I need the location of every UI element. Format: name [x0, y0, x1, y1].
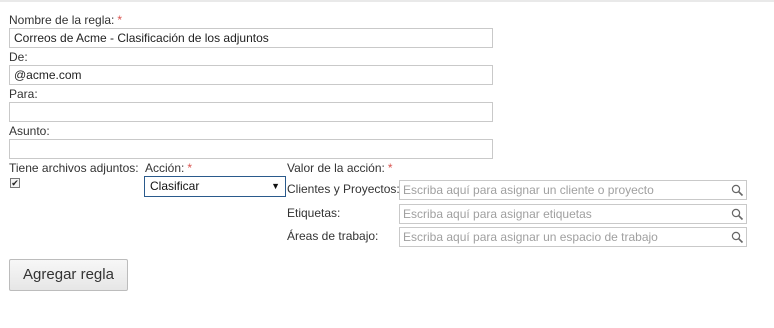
triangle-down-icon: ▼: [271, 181, 280, 191]
required-marker: *: [387, 161, 393, 175]
tags-label: Etiquetas:: [287, 206, 341, 220]
rule-name-label-text: Nombre de la regla:: [9, 13, 115, 27]
clients-projects-label: Clientes y Proyectos:: [287, 182, 400, 196]
subject-label: Asunto:: [9, 124, 50, 138]
action-value-label-text: Valor de la acción:: [287, 161, 385, 175]
magnifier-icon[interactable]: [731, 184, 744, 197]
action-label: Acción: *: [145, 161, 192, 175]
rule-name-input[interactable]: Correos de Acme - Clasificación de los a…: [9, 28, 493, 48]
action-value-label: Valor de la acción: *: [287, 161, 393, 175]
rule-form: Nombre de la regla: * Correos de Acme - C…: [0, 0, 774, 328]
add-rule-button[interactable]: Agregar regla: [9, 259, 128, 291]
check-icon: ✔: [11, 178, 19, 188]
required-marker: *: [187, 161, 193, 175]
to-input[interactable]: [9, 102, 493, 122]
clients-projects-placeholder: Escriba aquí para asignar un cliente o p…: [403, 183, 654, 197]
to-label: Para:: [9, 87, 38, 101]
required-marker: *: [117, 13, 123, 27]
subject-input[interactable]: [9, 139, 493, 159]
workspaces-search[interactable]: Escriba aquí para asignar un espacio de …: [399, 227, 747, 247]
has-attachments-label: Tiene archivos adjuntos:: [9, 161, 139, 175]
clients-projects-search[interactable]: Escriba aquí para asignar un cliente o p…: [399, 180, 747, 200]
action-select-value: Clasificar: [150, 179, 200, 193]
top-divider: [0, 0, 774, 2]
from-input[interactable]: @acme.com: [9, 65, 493, 85]
magnifier-icon[interactable]: [731, 208, 744, 221]
magnifier-icon[interactable]: [731, 231, 744, 244]
tags-placeholder: Escriba aquí para asignar etiquetas: [403, 207, 592, 221]
from-label: De:: [9, 50, 28, 64]
action-select[interactable]: Clasificar ▼: [144, 176, 286, 197]
action-label-text: Acción:: [145, 161, 185, 175]
has-attachments-checkbox[interactable]: ✔: [10, 178, 20, 188]
rule-name-label: Nombre de la regla: *: [9, 13, 122, 27]
workspaces-label: Áreas de trabajo:: [287, 229, 379, 243]
tags-search[interactable]: Escriba aquí para asignar etiquetas: [399, 204, 747, 224]
workspaces-placeholder: Escriba aquí para asignar un espacio de …: [403, 230, 658, 244]
